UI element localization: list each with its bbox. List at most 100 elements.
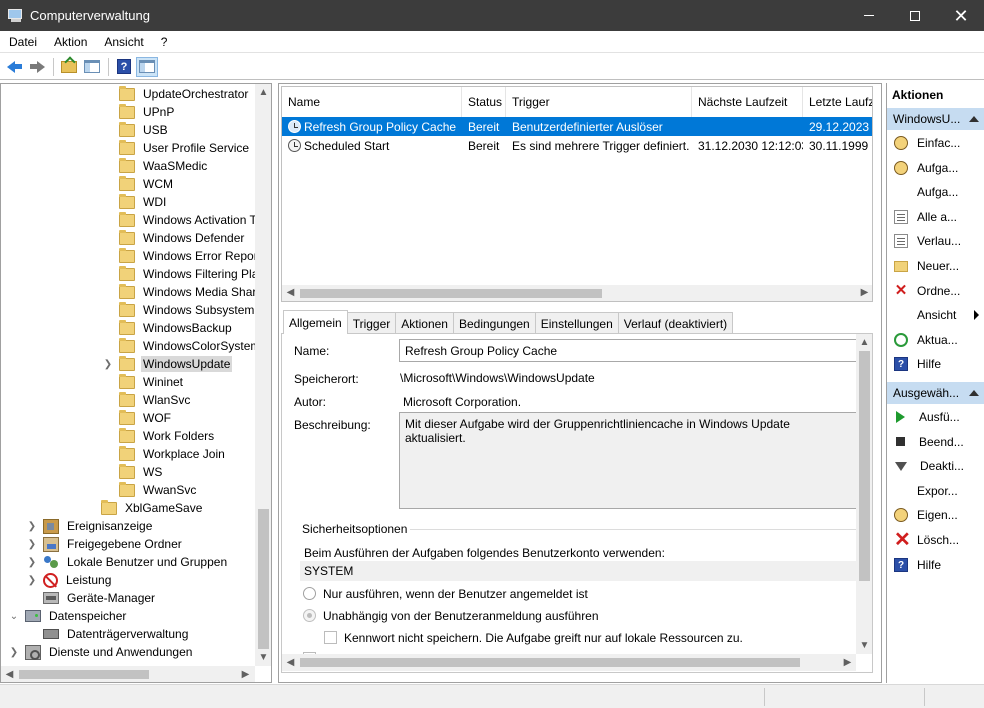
menu-file[interactable]: Datei: [0, 35, 45, 49]
action-item[interactable]: Beend...: [887, 431, 984, 453]
tree-folder-wcm[interactable]: WCM: [103, 175, 175, 193]
action-item[interactable]: ✕ Ordne...: [887, 280, 984, 302]
scroll-down-arrow-icon[interactable]: ▼: [255, 649, 271, 666]
tree-node-event-viewer[interactable]: ❯ Ereignisanzeige: [27, 517, 154, 535]
tree-folder-ws[interactable]: WS: [103, 463, 164, 481]
action-item[interactable]: Neuer...: [887, 255, 984, 277]
menu-view[interactable]: Ansicht: [95, 35, 151, 49]
description-field[interactable]: Mit dieser Aufgabe wird der Gruppenricht…: [399, 412, 859, 509]
back-button[interactable]: [3, 57, 25, 77]
radio-run-only-logged-on[interactable]: [303, 587, 316, 600]
column-next-run[interactable]: Nächste Laufzeit: [692, 87, 803, 117]
task-list-horizontal-scrollbar[interactable]: ◀ ▶: [282, 285, 872, 301]
general-hscroll-thumb[interactable]: [300, 658, 800, 667]
tree-vertical-scrollbar[interactable]: ▲ ▼: [255, 84, 271, 666]
tree-folder-workplace-join[interactable]: Workplace Join: [103, 445, 227, 463]
column-trigger[interactable]: Trigger: [506, 87, 692, 117]
show-hide-console-tree-button[interactable]: [81, 57, 103, 77]
actions-section-windowsupdate[interactable]: WindowsU...: [887, 108, 984, 130]
tree-folder-windows-media-sharing[interactable]: Windows Media Sharing: [103, 283, 255, 301]
tab-verlauf[interactable]: Verlauf (deaktiviert): [617, 312, 734, 334]
tree-node-performance[interactable]: ❯ Leistung: [27, 571, 113, 589]
tree-folder-updateorchestrator[interactable]: UpdateOrchestrator: [103, 85, 250, 103]
action-item[interactable]: Deakti...: [887, 455, 984, 477]
tree-folder-wdi[interactable]: WDI: [103, 193, 168, 211]
actions-section-selected-item[interactable]: Ausgewäh...: [887, 382, 984, 404]
tree-folder-wininet[interactable]: Wininet: [103, 373, 185, 391]
help-toolbar-button[interactable]: ?: [113, 57, 135, 77]
scroll-right-arrow-icon[interactable]: ▶: [856, 284, 872, 301]
action-item[interactable]: Eigen...: [887, 504, 984, 526]
tree-node-users-groups[interactable]: ❯ Lokale Benutzer und Gruppen: [27, 553, 229, 571]
menu-action[interactable]: Aktion: [45, 35, 95, 49]
tree-folder-windows-activation-technologies[interactable]: Windows Activation Technologies: [103, 211, 255, 229]
tree-folder-windowsupdate[interactable]: ❯ WindowsUpdate: [103, 355, 233, 373]
action-item[interactable]: Verlau...: [887, 230, 984, 252]
tree-folder-waasmedic[interactable]: WaaSMedic: [103, 157, 209, 175]
forward-button[interactable]: [26, 57, 48, 77]
scroll-right-arrow-icon[interactable]: ▶: [237, 666, 254, 682]
action-item[interactable]: ? Hilfe: [887, 554, 984, 576]
scroll-left-arrow-icon[interactable]: ◀: [1, 666, 18, 682]
scroll-up-arrow-icon[interactable]: ▲: [856, 334, 872, 351]
action-item[interactable]: ? Hilfe: [887, 353, 984, 375]
tree-folder-wlansvc[interactable]: WlanSvc: [103, 391, 192, 409]
action-item[interactable]: Einfac...: [887, 132, 984, 154]
tree-folder-windowsbackup[interactable]: WindowsBackup: [103, 319, 234, 337]
scroll-up-arrow-icon[interactable]: ▲: [255, 84, 271, 101]
task-name-field[interactable]: Refresh Group Policy Cache: [399, 339, 859, 362]
tree-node-services-applications[interactable]: ❯ Dienste und Anwendungen: [9, 643, 194, 661]
column-status[interactable]: Status: [462, 87, 506, 117]
tree-folder-windows-defender[interactable]: Windows Defender: [103, 229, 246, 247]
tree-vscroll-thumb[interactable]: [258, 509, 269, 649]
tree-node-disk-management[interactable]: Datenträgerverwaltung: [27, 625, 190, 643]
action-item[interactable]: Expor...: [887, 480, 984, 502]
tree-folder-wof[interactable]: WOF: [103, 409, 173, 427]
task-row[interactable]: Refresh Group Policy Cache Bereit Benutz…: [282, 117, 872, 136]
tab-bedingungen[interactable]: Bedingungen: [452, 312, 536, 334]
expand-chevron-icon[interactable]: ❯: [27, 539, 37, 550]
general-horizontal-scrollbar[interactable]: ◀ ▶: [282, 654, 856, 671]
tree-folder-windows-filtering-platform[interactable]: Windows Filtering Platform: [103, 265, 255, 283]
action-item[interactable]: Aufga...: [887, 157, 984, 179]
radio-run-whether-logged-on[interactable]: [303, 609, 316, 622]
expand-chevron-icon[interactable]: ❯: [103, 359, 113, 370]
checkbox-do-not-store-password[interactable]: [324, 631, 337, 644]
tree-horizontal-scrollbar[interactable]: ◀ ▶: [1, 666, 255, 682]
tree-node-shared-folders[interactable]: ❯ Freigegebene Ordner: [27, 535, 184, 553]
scroll-right-arrow-icon[interactable]: ▶: [839, 654, 856, 671]
scroll-down-arrow-icon[interactable]: ▼: [856, 637, 872, 654]
tree-folder-windows-subsystem-for-linux[interactable]: Windows Subsystem For Linux: [103, 301, 255, 319]
action-item[interactable]: Ausfü...: [887, 406, 984, 428]
tree-folder-upnp[interactable]: UPnP: [103, 103, 176, 121]
tree-folder-usb[interactable]: USB: [103, 121, 170, 139]
tree-hscroll-thumb[interactable]: [19, 670, 149, 679]
tab-allgemein[interactable]: Allgemein: [283, 310, 348, 334]
general-vscroll-thumb[interactable]: [859, 351, 870, 581]
tree-folder-windowscolorsystem[interactable]: WindowsColorSystem: [103, 337, 255, 355]
expand-chevron-icon[interactable]: ❯: [27, 557, 37, 568]
expand-chevron-icon[interactable]: ❯: [27, 521, 37, 532]
action-item[interactable]: Aufga...: [887, 181, 984, 203]
tree-folder-xblgamesave[interactable]: XblGameSave: [85, 499, 204, 517]
tree-folder-work-folders[interactable]: Work Folders: [103, 427, 216, 445]
action-item[interactable]: Aktua...: [887, 329, 984, 351]
scroll-left-arrow-icon[interactable]: ◀: [282, 284, 299, 301]
expand-chevron-icon[interactable]: ❯: [9, 647, 19, 658]
tab-aktionen[interactable]: Aktionen: [395, 312, 454, 334]
minimize-button[interactable]: [846, 0, 892, 31]
action-item[interactable]: ✕ Lösch...: [887, 529, 984, 551]
task-list-hscroll-thumb[interactable]: [300, 289, 602, 298]
menu-help[interactable]: ?: [152, 35, 176, 49]
column-name[interactable]: Name: [282, 87, 462, 117]
tree-folder-wwansvc[interactable]: WwanSvc: [103, 481, 198, 499]
tab-einstellungen[interactable]: Einstellungen: [534, 312, 619, 334]
scroll-left-arrow-icon[interactable]: ◀: [282, 654, 299, 671]
close-button[interactable]: ✕: [938, 0, 984, 31]
task-row[interactable]: Scheduled Start Bereit Es sind mehrere T…: [282, 136, 872, 155]
tree-folder-windows-error-reporting[interactable]: Windows Error Reporting: [103, 247, 255, 265]
general-vertical-scrollbar[interactable]: ▲ ▼: [856, 334, 872, 654]
action-item[interactable]: Ansicht: [887, 304, 984, 326]
action-item[interactable]: Alle a...: [887, 206, 984, 228]
tab-trigger[interactable]: Trigger: [346, 312, 397, 334]
